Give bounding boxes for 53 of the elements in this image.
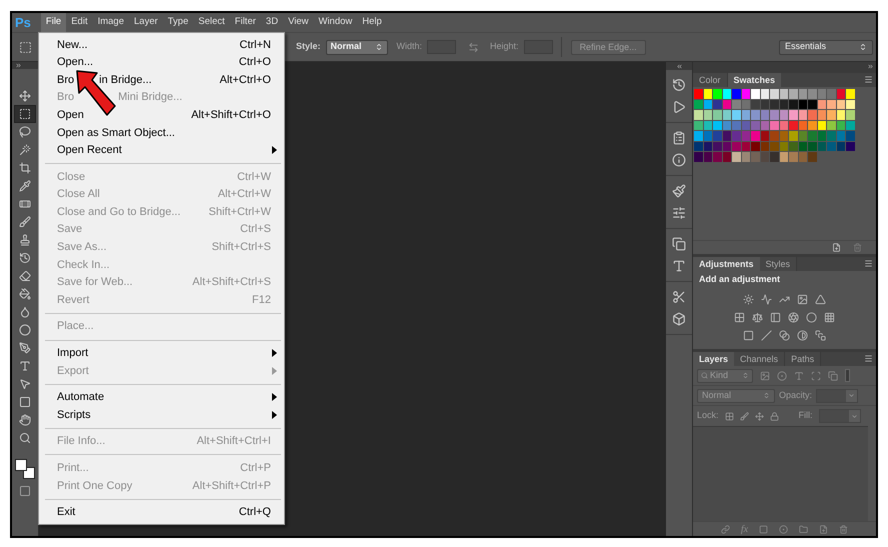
panel-heading: Add an adjustment [699, 273, 782, 286]
shortcut-text: Ctrl+N [240, 38, 271, 53]
shortcut-text: Ctrl+P [240, 461, 271, 476]
menu-item[interactable]: Scripts [39, 406, 284, 424]
shortcut-text: Alt+Shift+Ctrl+I [196, 434, 271, 450]
menu-bar-item[interactable]: File [40, 13, 66, 32]
menu-bar-item[interactable]: Select [193, 13, 230, 32]
shortcut-text: Ctrl+Q [238, 505, 271, 520]
shortcut-text: Shift+Ctrl+W [208, 204, 271, 220]
panel-tab[interactable]: Swatches [728, 73, 782, 87]
menu-bar-item[interactable]: Image [92, 13, 129, 32]
menu-item[interactable]: Exit Ctrl+Q [39, 504, 284, 522]
shortcut-text: Alt+Shift+Ctrl+S [192, 275, 271, 290]
opacity-label: Opacity: [779, 388, 812, 402]
app-logo: Ps [15, 14, 31, 32]
menu-item[interactable]: Import [39, 344, 284, 362]
panel-tab[interactable]: Paths [785, 352, 822, 366]
shortcut-text: Alt+Ctrl+O [220, 72, 271, 88]
menu-bar-item[interactable]: Help [357, 13, 387, 32]
panel-tab[interactable]: Adjustments [693, 257, 760, 271]
menu-bar-item[interactable]: Edit [66, 13, 93, 32]
menu-bar-item[interactable]: View [283, 13, 314, 32]
menu-bar-item[interactable]: Layer [129, 13, 163, 32]
panel-tab[interactable]: Layers [693, 352, 734, 366]
workspace-select[interactable]: Essentials [779, 40, 873, 54]
shortcut-text: F12 [252, 292, 271, 308]
menu-bar-item[interactable]: Filter [230, 13, 261, 32]
style-select[interactable]: Normal [326, 40, 388, 54]
height-label: Height: [490, 40, 519, 54]
menu-item[interactable]: Open as Smart Object... [39, 124, 284, 142]
shortcut-text: Ctrl+O [238, 55, 271, 70]
menu-item[interactable]: Open... Ctrl+O [39, 54, 284, 72]
menu-bar-item[interactable]: 3D [260, 13, 284, 32]
menu-item[interactable]: Automate [39, 388, 284, 406]
shortcut-text: Alt+Ctrl+W [218, 187, 271, 202]
menu-bar-item[interactable]: Type [162, 13, 194, 32]
panel-tab[interactable]: Styles [760, 257, 798, 271]
menu-item[interactable]: New... Ctrl+N [39, 36, 284, 54]
panel-tab[interactable]: Color [693, 73, 728, 87]
menu-bar-item[interactable]: Window [313, 13, 358, 32]
menu-item[interactable]: Open Recent [39, 142, 284, 160]
shortcut-text: Shift+Ctrl+S [212, 240, 271, 256]
menu-item[interactable]: Open Alt+Shift+Ctrl+O [39, 106, 284, 124]
panel-tab[interactable]: Channels [734, 352, 786, 366]
style-label: Style: [296, 40, 321, 54]
menu-item[interactable]: Bro in Bridge... Alt+Ctrl+O [39, 71, 284, 89]
shortcut-text: Alt+Shift+Ctrl+O [191, 108, 271, 123]
lock-label: Lock: [697, 409, 719, 422]
fill-label: Fill: [798, 409, 813, 422]
shortcut-text: Alt+Shift+Ctrl+P [192, 478, 271, 494]
width-label: Width: [396, 40, 422, 54]
shortcut-text: Ctrl+W [237, 170, 271, 185]
shortcut-text: Ctrl+S [240, 222, 271, 238]
